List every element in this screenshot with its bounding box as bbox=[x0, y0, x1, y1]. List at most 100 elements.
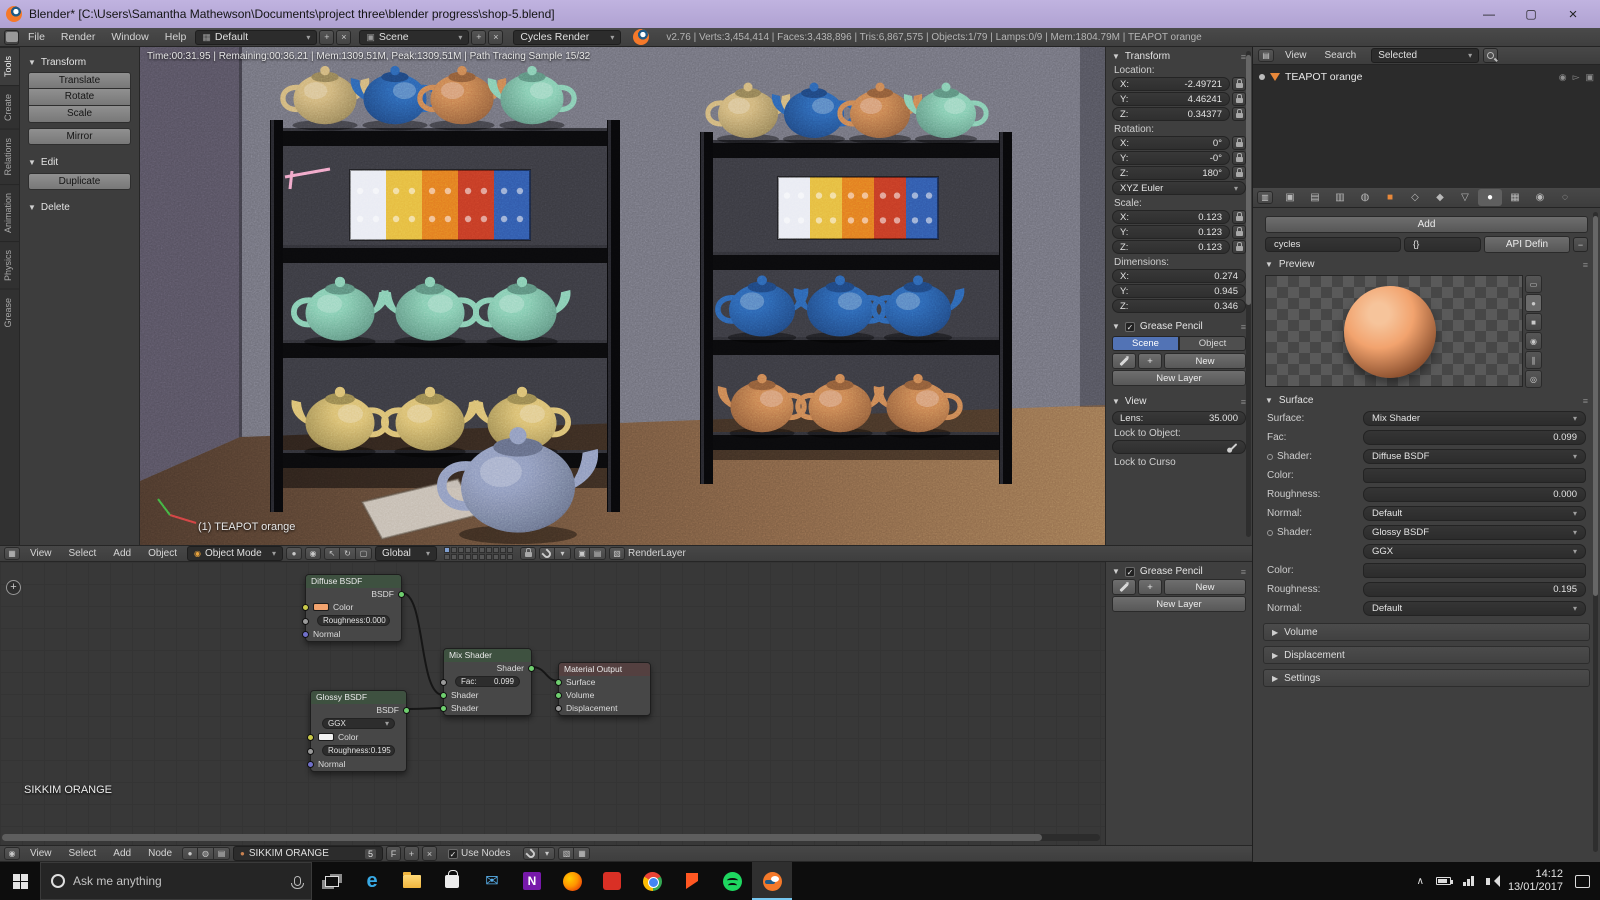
menu-help[interactable]: Help bbox=[158, 31, 194, 43]
tab-material[interactable]: ● bbox=[1478, 189, 1502, 206]
render-layer-label[interactable]: RenderLayer bbox=[628, 548, 686, 559]
scale-x-field[interactable]: X: 0.123 bbox=[1112, 210, 1230, 224]
tab-physics[interactable]: ◌ bbox=[1553, 189, 1577, 206]
tab-grease-pencil[interactable]: Grease bbox=[0, 288, 19, 336]
add-scene-button[interactable]: + bbox=[471, 29, 487, 45]
menu-window[interactable]: Window bbox=[104, 31, 155, 43]
view3d-menu-view[interactable]: View bbox=[23, 548, 59, 559]
tab-scene[interactable]: ▥ bbox=[1328, 189, 1352, 206]
socket-shader-input[interactable] bbox=[555, 679, 562, 686]
node-material-output[interactable]: Material Output Surface Volume Displacem… bbox=[555, 662, 651, 716]
tab-relations[interactable]: Relations bbox=[0, 129, 19, 184]
scrollbar-thumb[interactable] bbox=[1593, 216, 1598, 596]
rotation-y-field[interactable]: Y: -0° bbox=[1112, 151, 1230, 165]
location-x-field[interactable]: X: -2.49721 bbox=[1112, 77, 1230, 91]
node-menu-add[interactable]: Add bbox=[106, 848, 138, 859]
panel-header-preview[interactable]: ▼ Preview ≡ bbox=[1253, 254, 1600, 273]
scene-select[interactable]: ▣ Scene ▾ bbox=[359, 29, 470, 45]
socket-value-input[interactable] bbox=[440, 679, 447, 686]
dim-x-field[interactable]: X: 0.274 bbox=[1112, 269, 1246, 283]
editor-type-properties-button[interactable]: ▥ bbox=[1257, 191, 1273, 204]
add-screen-button[interactable]: + bbox=[319, 29, 335, 45]
scale-button[interactable]: Scale bbox=[28, 106, 131, 123]
shader-type-world-button[interactable]: ◍ bbox=[198, 847, 214, 860]
editor-type-button[interactable] bbox=[4, 29, 19, 45]
tab-data[interactable]: ▽ bbox=[1453, 189, 1477, 206]
socket-shader-input[interactable] bbox=[440, 705, 447, 712]
properties-scrollbar[interactable] bbox=[1593, 212, 1598, 852]
volume-icon[interactable] bbox=[1485, 874, 1500, 887]
socket-color-input[interactable] bbox=[302, 604, 309, 611]
rotation-mode-select[interactable]: XYZ Euler ▾ bbox=[1112, 181, 1246, 195]
panel-grip-icon[interactable]: ≡ bbox=[1583, 396, 1588, 406]
node-snap-mode-button[interactable]: ▾ bbox=[539, 847, 556, 860]
node-paste-button[interactable]: ▦ bbox=[574, 847, 591, 860]
socket-shader-input[interactable] bbox=[440, 692, 447, 699]
panel-header-displacement[interactable]: ▶ Displacement bbox=[1263, 646, 1590, 664]
minimize-button[interactable]: — bbox=[1468, 0, 1510, 28]
taskbar-app-spotify[interactable] bbox=[712, 862, 752, 900]
socket-value-input[interactable] bbox=[307, 748, 314, 755]
socket-value-input[interactable] bbox=[302, 618, 309, 625]
editor-divider[interactable] bbox=[1252, 47, 1253, 862]
panel-header-edit[interactable]: ▼ Edit bbox=[28, 157, 131, 168]
diffuse-color-swatch[interactable] bbox=[1363, 468, 1586, 483]
fake-user-button[interactable]: F bbox=[386, 846, 401, 861]
battery-icon[interactable] bbox=[1435, 877, 1453, 885]
preview-flat-button[interactable]: ▭ bbox=[1525, 275, 1542, 293]
lock-icon[interactable] bbox=[1232, 92, 1246, 106]
node-copy-button[interactable]: ▧ bbox=[558, 847, 575, 860]
tab-modifiers[interactable]: ◆ bbox=[1428, 189, 1452, 206]
shader-type-line-button[interactable]: ▤ bbox=[214, 847, 230, 860]
rotation-x-field[interactable]: X: 0° bbox=[1112, 136, 1230, 150]
lock-icon[interactable] bbox=[1232, 77, 1246, 91]
microphone-icon[interactable] bbox=[291, 876, 304, 889]
panel-header-view[interactable]: ▼ View ≡ bbox=[1112, 396, 1246, 407]
taskbar-app-flag[interactable] bbox=[672, 862, 712, 900]
scrollbar-thumb[interactable] bbox=[1246, 55, 1251, 305]
preview-monkey-button[interactable]: ◉ bbox=[1525, 332, 1542, 350]
screen-layout-select[interactable]: ▦ Default ▾ bbox=[195, 29, 318, 45]
socket-shader-output[interactable] bbox=[528, 665, 535, 672]
network-icon[interactable] bbox=[1462, 876, 1474, 886]
taskbar-app-onenote[interactable]: N bbox=[512, 862, 552, 900]
lens-field[interactable]: Lens: 35.000 bbox=[1112, 411, 1246, 425]
opengl-anim-button[interactable]: ▤ bbox=[590, 547, 606, 560]
tab-render[interactable]: ▣ bbox=[1278, 189, 1302, 206]
tab-render-layers[interactable]: ▤ bbox=[1303, 189, 1327, 206]
eyedropper-icon[interactable] bbox=[1229, 443, 1238, 451]
mode-select[interactable]: ◉ Object Mode ▾ bbox=[187, 546, 283, 561]
tab-constraints[interactable]: ◇ bbox=[1403, 189, 1427, 206]
search-input[interactable] bbox=[73, 874, 286, 888]
restrict-select-icon[interactable]: ▻ bbox=[1573, 72, 1580, 83]
gp-new-button[interactable]: New bbox=[1164, 579, 1246, 595]
panel-header-grease-pencil-node[interactable]: ▼ ✓ Grease Pencil ≡ bbox=[1112, 566, 1246, 577]
socket-vector-input[interactable] bbox=[302, 631, 309, 638]
tab-animation[interactable]: Animation bbox=[0, 183, 19, 241]
task-view-button[interactable] bbox=[312, 862, 352, 900]
scrollbar-thumb[interactable] bbox=[2, 834, 1042, 841]
diffuse-roughness-slider[interactable]: Roughness: 0.000 bbox=[317, 615, 390, 626]
transform-orientation-select[interactable]: Global ▾ bbox=[375, 546, 437, 561]
socket-shader-input[interactable] bbox=[555, 692, 562, 699]
mix-fac-slider[interactable]: Fac: 0.099 bbox=[455, 676, 520, 687]
outliner-filter-select[interactable]: Selected ▾ bbox=[1371, 48, 1480, 63]
manipulator-rotate-button[interactable]: ↻ bbox=[340, 547, 356, 560]
maximize-button[interactable]: ▢ bbox=[1510, 0, 1552, 28]
diffuse-color-row[interactable]: Color bbox=[302, 601, 401, 614]
gp-object-toggle[interactable]: Object bbox=[1179, 336, 1246, 351]
node-mix-shader[interactable]: Mix Shader Shader Fac: 0.099 Shader Shade… bbox=[440, 648, 535, 716]
tab-physics[interactable]: Physics bbox=[0, 240, 19, 289]
tab-texture[interactable]: ▦ bbox=[1503, 189, 1527, 206]
restrict-render-icon[interactable]: ▣ bbox=[1585, 72, 1594, 83]
scale-y-field[interactable]: Y: 0.123 bbox=[1112, 225, 1230, 239]
restrict-view-icon[interactable]: ◉ bbox=[1559, 72, 1567, 83]
socket-vector-input[interactable] bbox=[307, 761, 314, 768]
add-custom-property-button[interactable]: Add bbox=[1265, 216, 1588, 233]
panel-header-transform[interactable]: ▼ Transform bbox=[28, 57, 131, 68]
custom-prop-value-field[interactable]: {} bbox=[1404, 237, 1481, 252]
lock-icon[interactable] bbox=[1232, 166, 1246, 180]
cortana-search-box[interactable] bbox=[40, 862, 312, 900]
normal1-select[interactable]: Default ▾ bbox=[1363, 506, 1586, 521]
view3d-menu-object[interactable]: Object bbox=[141, 548, 184, 559]
